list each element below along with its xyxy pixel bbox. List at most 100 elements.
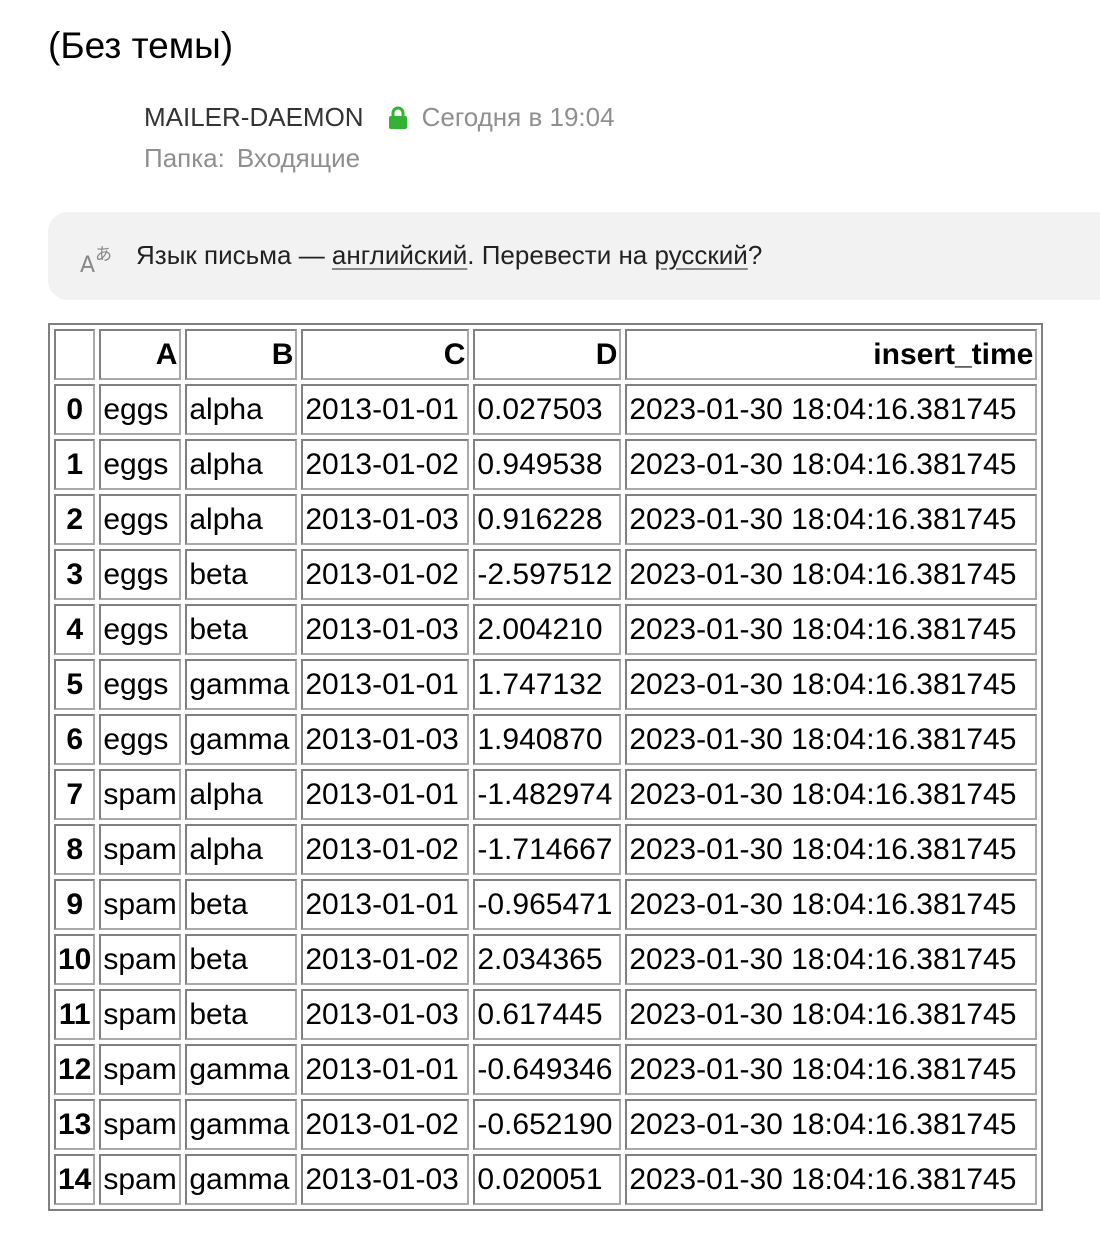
- row-index: 12: [54, 1044, 96, 1095]
- column-header: [54, 329, 96, 380]
- table-cell: 2023-01-30 18:04:16.381745: [625, 549, 1038, 600]
- table-cell: 2013-01-01: [301, 879, 470, 930]
- table-cell: 2013-01-03: [301, 604, 470, 655]
- table-cell: spam: [99, 1099, 182, 1150]
- folder-label: Папка:: [144, 143, 225, 173]
- row-index: 2: [54, 494, 96, 545]
- table-header-row: A B C D insert_time: [54, 329, 1038, 380]
- table-cell: 2013-01-02: [301, 824, 470, 875]
- table-row: 10 spam beta 2013-01-02 2.034365 2023-01-30 1…: [54, 934, 1038, 985]
- table-cell: 2013-01-01: [301, 659, 470, 710]
- table-cell: alpha: [185, 494, 298, 545]
- table-row: 8 spam alpha 2013-01-02 -1.714667 2023-01-30 …: [54, 824, 1038, 875]
- table-cell: 2023-01-30 18:04:16.381745: [625, 1044, 1038, 1095]
- table-cell: 2023-01-30 18:04:16.381745: [625, 769, 1038, 820]
- table-cell: spam: [99, 1044, 182, 1095]
- table-cell: beta: [185, 549, 298, 600]
- table-row: 4 eggs beta 2013-01-03 2.004210 2023-01-30 18…: [54, 604, 1038, 655]
- table-cell: 2013-01-03: [301, 1154, 470, 1205]
- table-cell: gamma: [185, 1099, 298, 1150]
- table-cell: spam: [99, 934, 182, 985]
- table-cell: 2.034365: [473, 934, 622, 985]
- row-index: 1: [54, 439, 96, 490]
- table-cell: eggs: [99, 549, 182, 600]
- table-row: 13 spam gamma 2013-01-02 -0.652190 2023-01-30…: [54, 1099, 1038, 1150]
- row-index: 3: [54, 549, 96, 600]
- table-cell: -2.597512: [473, 549, 622, 600]
- translate-text-middle: . Перевести на: [467, 240, 655, 270]
- table-cell: beta: [185, 989, 298, 1040]
- table-cell: eggs: [99, 384, 182, 435]
- column-header: A: [99, 329, 182, 380]
- table-cell: eggs: [99, 659, 182, 710]
- table-cell: -1.482974: [473, 769, 622, 820]
- table-cell: gamma: [185, 714, 298, 765]
- svg-text:A: A: [80, 253, 95, 278]
- table-cell: 0.027503: [473, 384, 622, 435]
- table-cell: 1.940870: [473, 714, 622, 765]
- sender-row: MAILER-DAEMON Сегодня в 19:04: [144, 100, 615, 134]
- table-cell: 0.020051: [473, 1154, 622, 1205]
- row-index: 10: [54, 934, 96, 985]
- table-cell: 2023-01-30 18:04:16.381745: [625, 439, 1038, 490]
- row-index: 6: [54, 714, 96, 765]
- svg-text:あ: あ: [95, 245, 112, 265]
- folder-link[interactable]: Входящие: [237, 141, 360, 175]
- table-row: 5 eggs gamma 2013-01-01 1.747132 2023-01-30 1…: [54, 659, 1038, 710]
- table-row: 7 spam alpha 2013-01-01 -1.482974 2023-01-30 …: [54, 769, 1038, 820]
- row-index: 14: [54, 1154, 96, 1205]
- table-cell: gamma: [185, 659, 298, 710]
- table-cell: 2013-01-02: [301, 934, 470, 985]
- translate-icon: A あ: [78, 238, 118, 278]
- column-header: D: [473, 329, 622, 380]
- source-language-link[interactable]: английский: [332, 240, 467, 270]
- column-header: insert_time: [625, 329, 1038, 380]
- sender-name[interactable]: MAILER-DAEMON: [144, 100, 364, 134]
- table-cell: 2013-01-03: [301, 714, 470, 765]
- table-cell: 2013-01-01: [301, 384, 470, 435]
- row-index: 4: [54, 604, 96, 655]
- table-row: 14 spam gamma 2013-01-03 0.020051 2023-01-30 …: [54, 1154, 1038, 1205]
- table-cell: 2023-01-30 18:04:16.381745: [625, 659, 1038, 710]
- translate-banner: A あ Язык письма — английский. Перевести …: [48, 212, 1100, 300]
- table-body: 0 eggs alpha 2013-01-01 0.027503 2023-01-30 1…: [54, 384, 1038, 1205]
- table-cell: 2023-01-30 18:04:16.381745: [625, 494, 1038, 545]
- row-index: 0: [54, 384, 96, 435]
- table-cell: spam: [99, 769, 182, 820]
- table-cell: spam: [99, 879, 182, 930]
- row-index: 11: [54, 989, 96, 1040]
- message-meta: MAILER-DAEMON Сегодня в 19:04 Папка: Вхо…: [144, 100, 615, 175]
- table-row: 11 spam beta 2013-01-03 0.617445 2023-01-30 1…: [54, 989, 1038, 1040]
- table-row: 2 eggs alpha 2013-01-03 0.916228 2023-01-30 1…: [54, 494, 1038, 545]
- table-cell: 2023-01-30 18:04:16.381745: [625, 604, 1038, 655]
- table-cell: eggs: [99, 494, 182, 545]
- table-cell: -0.649346: [473, 1044, 622, 1095]
- table-cell: -1.714667: [473, 824, 622, 875]
- target-language-link[interactable]: русский: [655, 240, 748, 270]
- table-cell: 2013-01-01: [301, 1044, 470, 1095]
- row-index: 7: [54, 769, 96, 820]
- table-cell: 2023-01-30 18:04:16.381745: [625, 879, 1038, 930]
- table-cell: eggs: [99, 604, 182, 655]
- table-cell: 0.617445: [473, 989, 622, 1040]
- table-cell: 2023-01-30 18:04:16.381745: [625, 1099, 1038, 1150]
- table-cell: 2023-01-30 18:04:16.381745: [625, 824, 1038, 875]
- table-row: 9 spam beta 2013-01-01 -0.965471 2023-01-30 1…: [54, 879, 1038, 930]
- table-cell: gamma: [185, 1044, 298, 1095]
- row-index: 8: [54, 824, 96, 875]
- translate-prompt: Язык письма — английский. Перевести на р…: [136, 237, 762, 273]
- message-subject: (Без темы): [48, 25, 234, 66]
- table-cell: alpha: [185, 439, 298, 490]
- table-cell: beta: [185, 604, 298, 655]
- message-date: Сегодня в 19:04: [421, 102, 615, 132]
- table-cell: 2013-01-02: [301, 1099, 470, 1150]
- table-cell: -0.965471: [473, 879, 622, 930]
- column-header: B: [185, 329, 298, 380]
- table-row: 6 eggs gamma 2013-01-03 1.940870 2023-01-30 1…: [54, 714, 1038, 765]
- folder-row: Папка: Входящие: [144, 141, 615, 175]
- table-cell: alpha: [185, 384, 298, 435]
- table-cell: spam: [99, 989, 182, 1040]
- table-cell: 2023-01-30 18:04:16.381745: [625, 989, 1038, 1040]
- table-row: 12 spam gamma 2013-01-01 -0.649346 2023-01-30…: [54, 1044, 1038, 1095]
- table-cell: 2013-01-02: [301, 439, 470, 490]
